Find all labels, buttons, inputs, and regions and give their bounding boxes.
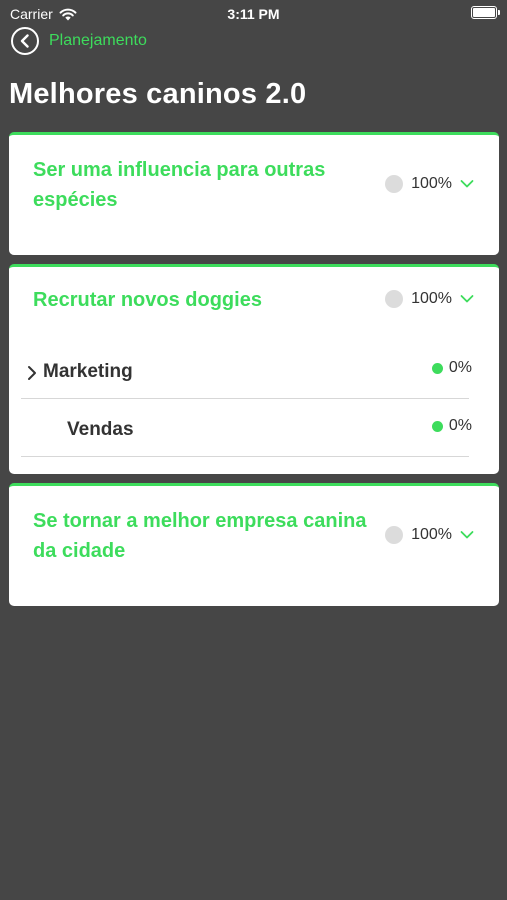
goal-title: Recrutar novos doggies: [33, 289, 262, 311]
status-dot: [431, 420, 443, 432]
goal-progress: 100%: [385, 290, 474, 308]
page-title: Melhores caninos 2.0: [9, 78, 307, 110]
chevron-down-icon[interactable]: [460, 179, 474, 189]
subgoal-progress: 0%: [431, 359, 472, 377]
back-label: Planejamento: [49, 32, 147, 49]
status-bar: Carrier 3:11 PM: [0, 0, 507, 28]
status-dot: [431, 362, 443, 374]
back-button[interactable]: Planejamento: [11, 27, 147, 55]
status-dot: [385, 290, 404, 308]
clock: 3:11 PM: [227, 6, 280, 22]
battery-icon: [471, 6, 500, 19]
status-dot: [385, 526, 404, 544]
goal-card[interactable]: Recrutar novos doggies 100% Marketing 0%…: [9, 264, 499, 474]
goal-progress: 100%: [385, 175, 474, 193]
chevron-right-icon[interactable]: [27, 365, 37, 381]
subgoal-label: Marketing: [43, 361, 133, 382]
goal-title: Se tornar a melhor empresa canina da cid…: [33, 510, 367, 562]
subgoal-row-vendas[interactable]: Vendas 0%: [21, 405, 472, 457]
goal-percent: 100%: [411, 526, 452, 543]
goal-percent: 100%: [411, 290, 452, 307]
goal-percent: 100%: [411, 175, 452, 192]
subgoal-percent: 0%: [448, 359, 472, 376]
subgoal-progress: 0%: [431, 417, 472, 435]
goal-progress: 100%: [385, 526, 474, 544]
status-dot: [385, 175, 404, 193]
subgoal-percent: 0%: [448, 417, 472, 434]
chevron-down-icon[interactable]: [460, 530, 474, 540]
chevron-down-icon[interactable]: [460, 294, 474, 304]
back-chevron-icon: [11, 27, 39, 55]
goal-card[interactable]: Ser uma influencia para outras espécies …: [9, 132, 499, 255]
goal-title: Ser uma influencia para outras espécies: [33, 159, 326, 211]
subgoal-row-marketing[interactable]: Marketing 0%: [21, 347, 472, 399]
goal-card[interactable]: Se tornar a melhor empresa canina da cid…: [9, 483, 499, 606]
subgoal-label: Vendas: [67, 419, 134, 440]
